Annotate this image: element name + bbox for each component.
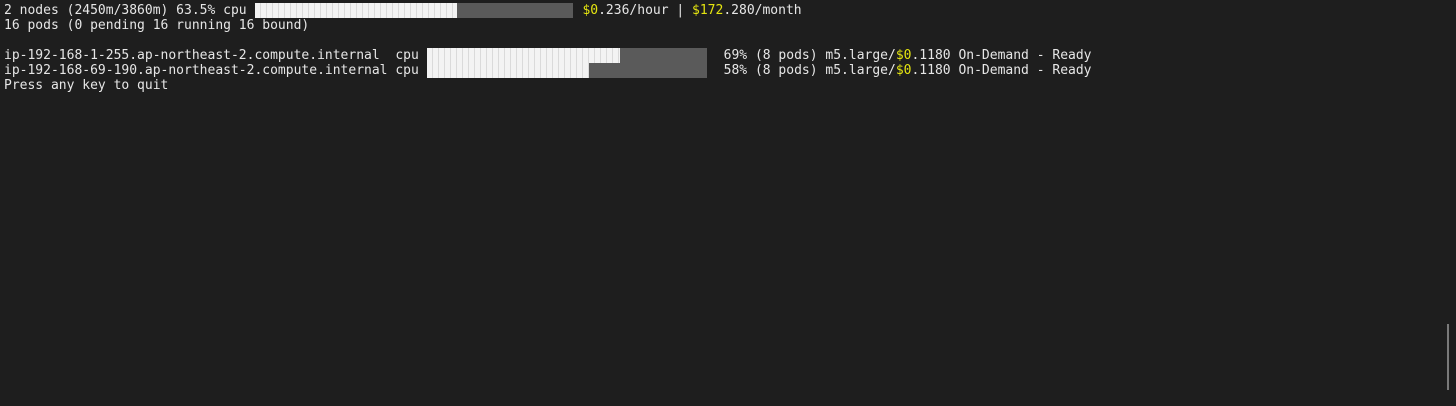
month-dollar-sign: $	[692, 3, 700, 18]
node-cpu-bar-fill	[426, 48, 620, 63]
terminal-output: 2 nodes (2450m/3860m) 63.5% cpu $ 0 .236…	[4, 3, 1444, 93]
node-cpu-bar-fill	[426, 63, 590, 78]
node-price-status: .1180 On-Demand - Ready	[911, 48, 1092, 63]
month-cost-rest: .280/month	[723, 3, 802, 18]
month-cost-dollars: 172	[699, 3, 724, 18]
pods-summary-line: 16 pods (0 pending 16 running 16 bound)	[4, 18, 1444, 33]
cluster-cpu-bar-fill	[255, 3, 458, 18]
hour-cost-rest: .236/hour |	[598, 3, 693, 18]
node-price-dollar-sign: $	[895, 63, 904, 78]
node-row: ip-192-168-69-190.ap-northeast-2.compute…	[4, 63, 1444, 78]
node-name: ip-192-168-69-190.ap-northeast-2.compute…	[4, 63, 427, 78]
terminal-scrollbar[interactable]	[1447, 324, 1449, 390]
node-price-dollars: 0	[903, 63, 912, 78]
cluster-cpu-bar	[255, 3, 574, 18]
cluster-summary-line: 2 nodes (2450m/3860m) 63.5% cpu $ 0 .236…	[4, 3, 1444, 18]
node-usage-text: 58% (8 pods) m5.large/	[723, 63, 896, 78]
node-price-dollars: 0	[903, 48, 912, 63]
node-name: ip-192-168-1-255.ap-northeast-2.compute.…	[4, 48, 427, 63]
quit-prompt: Press any key to quit	[4, 78, 169, 93]
node-price-dollar-sign: $	[895, 48, 904, 63]
hour-dollar-sign: $	[582, 3, 591, 18]
node-cpu-bar	[426, 48, 707, 63]
node-usage-text: 69% (8 pods) m5.large/	[723, 48, 896, 63]
node-cpu-bar	[426, 63, 707, 78]
nodes-summary-text: 2 nodes (2450m/3860m) 63.5% cpu	[4, 3, 255, 18]
node-row: ip-192-168-1-255.ap-northeast-2.compute.…	[4, 48, 1444, 63]
node-price-status: .1180 On-Demand - Ready	[911, 63, 1092, 78]
quit-prompt-line: Press any key to quit	[4, 78, 1444, 93]
hour-cost-dollars: 0	[590, 3, 599, 18]
